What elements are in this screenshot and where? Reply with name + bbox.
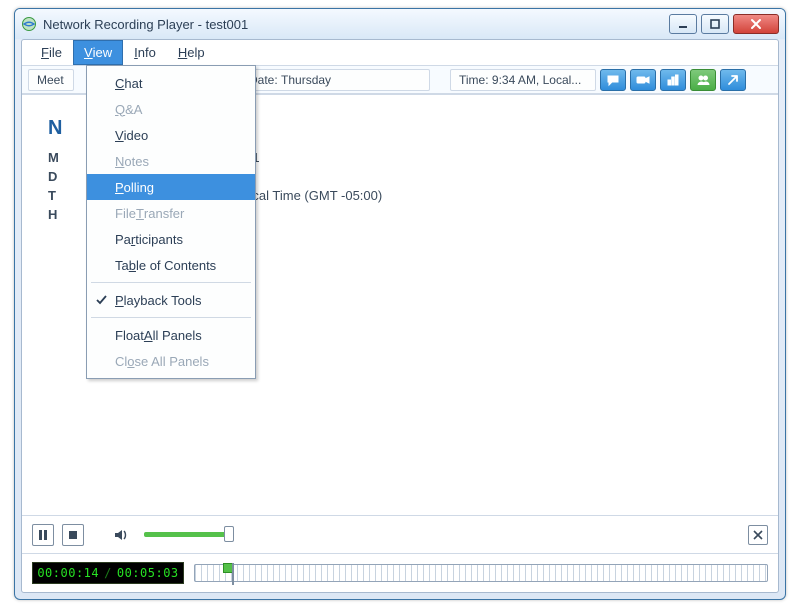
- window-minimize-button[interactable]: [669, 14, 697, 34]
- meeting-cell[interactable]: Meet: [28, 69, 74, 91]
- menu-separator: [91, 317, 251, 318]
- volume-icon: [112, 526, 130, 544]
- check-icon: [95, 293, 109, 307]
- app-icon: [21, 16, 37, 32]
- toolbar-participants-button[interactable]: [690, 69, 716, 91]
- close-panel-button[interactable]: [748, 525, 768, 545]
- toolbar-video-button[interactable]: [630, 69, 656, 91]
- menu-separator: [91, 282, 251, 283]
- toolbar-panel-arrow-button[interactable]: [720, 69, 746, 91]
- timeline-bar: 00:00:14/00:05:03: [22, 554, 778, 592]
- view-menu-toc[interactable]: Table of Contents: [87, 252, 255, 278]
- time-counter: 00:00:14/00:05:03: [32, 562, 184, 584]
- menu-view[interactable]: View: [73, 40, 123, 65]
- view-menu-notes: Notes: [87, 148, 255, 174]
- view-menu-file-transfer: File Transfer: [87, 200, 255, 226]
- titlebar: Network Recording Player - test001: [15, 9, 785, 39]
- stop-button[interactable]: [62, 524, 84, 546]
- timeline-track[interactable]: [194, 564, 768, 582]
- view-menu-polling[interactable]: Polling: [87, 174, 255, 200]
- playhead-marker[interactable]: [223, 563, 235, 585]
- app-window: Network Recording Player - test001 File …: [14, 8, 786, 600]
- menubar: File View Info Help: [22, 40, 778, 66]
- playback-controls: [22, 516, 778, 554]
- view-menu-chat[interactable]: Chat: [87, 70, 255, 96]
- view-menu-dropdown: Chat Q&A Video Notes Polling File Transf…: [86, 65, 256, 379]
- view-menu-float-all[interactable]: Float All Panels: [87, 322, 255, 348]
- menu-info[interactable]: Info: [123, 40, 167, 65]
- window-title: Network Recording Player - test001: [43, 17, 248, 32]
- view-menu-video[interactable]: Video: [87, 122, 255, 148]
- volume-thumb[interactable]: [224, 526, 234, 542]
- view-menu-playback-tools[interactable]: Playback Tools: [87, 287, 255, 313]
- window-close-button[interactable]: [733, 14, 779, 34]
- date-cell[interactable]: Date: Thursday: [240, 69, 430, 91]
- pause-button[interactable]: [32, 524, 54, 546]
- view-menu-qa: Q&A: [87, 96, 255, 122]
- volume-slider[interactable]: [144, 532, 228, 537]
- toolbar-poll-button[interactable]: [660, 69, 686, 91]
- toolbar-chat-button[interactable]: [600, 69, 626, 91]
- menu-file[interactable]: File: [30, 40, 73, 65]
- time-cell[interactable]: Time: 9:34 AM, Local...: [450, 69, 596, 91]
- window-maximize-button[interactable]: [701, 14, 729, 34]
- view-menu-participants[interactable]: Participants: [87, 226, 255, 252]
- view-menu-close-all: Close All Panels: [87, 348, 255, 374]
- menu-help[interactable]: Help: [167, 40, 216, 65]
